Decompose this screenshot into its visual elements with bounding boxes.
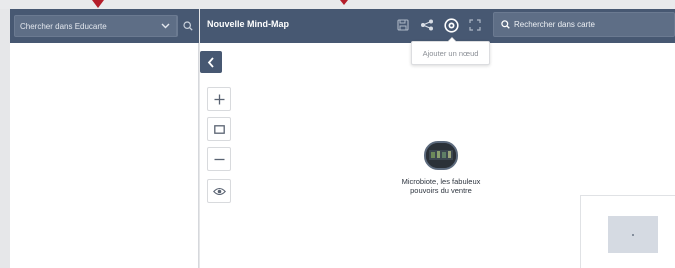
sidebar-panel: Chercher dans Educarte: [10, 9, 199, 268]
minimap-viewport[interactable]: [608, 216, 658, 253]
save-icon[interactable]: [393, 15, 413, 35]
rectangle-icon: [213, 124, 225, 134]
fullscreen-icon[interactable]: [465, 15, 485, 35]
share-icon[interactable]: [417, 15, 437, 35]
view-toggle-button[interactable]: [207, 179, 231, 203]
pointer-marker: [340, 0, 348, 5]
search-icon[interactable]: [180, 15, 196, 37]
fit-view-button[interactable]: [207, 117, 231, 141]
minimap-node-dot: [632, 234, 634, 236]
mindmap-node-image[interactable]: [424, 141, 458, 170]
mindmap-node-label[interactable]: Microbiote, les fabuleux pouvoirs du ven…: [381, 177, 501, 195]
plus-icon: [214, 94, 225, 105]
sidebar-header: Chercher dans Educarte: [10, 9, 199, 43]
search-icon: [494, 20, 510, 29]
zoom-out-button[interactable]: [207, 147, 231, 171]
map-search-placeholder[interactable]: Rechercher dans carte: [510, 20, 595, 29]
chevron-left-icon: [207, 56, 215, 68]
pointer-marker: [92, 0, 104, 8]
node-label-line: pouvoirs du ventre: [410, 186, 472, 195]
add-node-icon[interactable]: [441, 15, 461, 35]
map-search-input[interactable]: Rechercher dans carte: [493, 12, 675, 37]
sidebar-search-text[interactable]: Chercher dans Educarte: [15, 22, 155, 31]
eye-icon: [212, 187, 226, 196]
zoom-in-button[interactable]: [207, 87, 231, 111]
node-label-line: Microbiote, les fabuleux: [401, 177, 481, 186]
page-title: Nouvelle Mind-Map: [207, 19, 290, 29]
chevron-down-icon[interactable]: [155, 16, 177, 36]
sidebar-search-select[interactable]: Chercher dans Educarte: [14, 15, 178, 37]
add-node-tooltip: Ajouter un nœud: [411, 37, 490, 65]
tooltip-text: Ajouter un nœud: [422, 48, 479, 58]
minus-icon: [214, 158, 225, 161]
minimap[interactable]: [580, 195, 675, 268]
collapse-sidebar-button[interactable]: [200, 51, 222, 73]
main-header: Nouvelle Mind-Map Rechercher dans carte: [200, 9, 675, 43]
